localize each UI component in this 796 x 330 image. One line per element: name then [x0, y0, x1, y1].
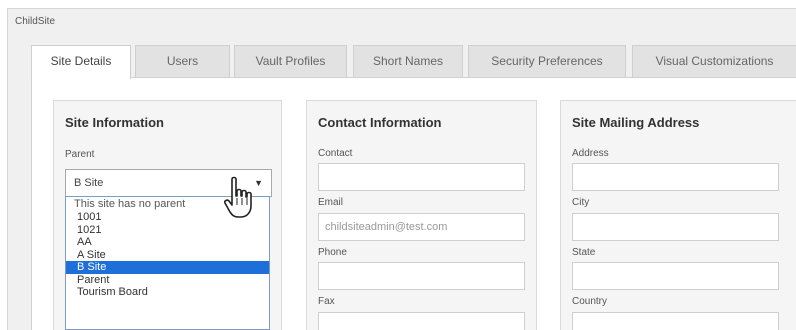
- country-label: Country: [572, 296, 608, 307]
- contact-information-title: Contact Information: [318, 115, 442, 130]
- window-title: ChildSite: [15, 16, 56, 27]
- phone-input[interactable]: [318, 262, 525, 290]
- phone-label: Phone: [318, 247, 347, 258]
- parent-label: Parent: [65, 149, 95, 160]
- address-input[interactable]: [572, 163, 779, 191]
- parent-select-value: B Site: [74, 177, 104, 189]
- address-label: Address: [572, 148, 609, 159]
- city-input[interactable]: [572, 213, 779, 241]
- parent-option[interactable]: A Site: [66, 249, 269, 262]
- tab-users[interactable]: Users: [135, 45, 230, 78]
- email-input[interactable]: childsiteadmin@test.com: [318, 213, 525, 241]
- contact-information-panel: Contact Information Contact Email childs…: [306, 100, 537, 330]
- state-label: State: [572, 247, 596, 258]
- parent-option-selected[interactable]: B Site: [66, 261, 269, 274]
- tab-site-details[interactable]: Site Details: [31, 45, 131, 79]
- mailing-address-panel: Site Mailing Address Address City State …: [560, 100, 796, 330]
- fax-input[interactable]: [318, 312, 525, 330]
- tab-visual-customizations[interactable]: Visual Customizations: [632, 45, 796, 78]
- city-label: City: [572, 197, 590, 208]
- contact-input[interactable]: [318, 163, 525, 191]
- state-input[interactable]: [572, 262, 779, 290]
- parent-option[interactable]: 1021: [66, 224, 269, 237]
- contact-label: Contact: [318, 148, 353, 159]
- hand-pointer-icon: [224, 176, 252, 218]
- email-label: Email: [318, 197, 344, 208]
- parent-option[interactable]: Tourism Board: [66, 286, 269, 299]
- mailing-address-title: Site Mailing Address: [572, 115, 700, 130]
- tab-security-preferences[interactable]: Security Preferences: [468, 45, 626, 78]
- tab-short-names[interactable]: Short Names: [353, 45, 463, 78]
- site-information-title: Site Information: [65, 115, 164, 130]
- country-input[interactable]: [572, 312, 779, 330]
- parent-option[interactable]: Parent: [66, 274, 269, 287]
- tab-vault-profiles[interactable]: Vault Profiles: [234, 45, 347, 78]
- parent-option[interactable]: AA: [66, 236, 269, 249]
- fax-label: Fax: [318, 296, 335, 307]
